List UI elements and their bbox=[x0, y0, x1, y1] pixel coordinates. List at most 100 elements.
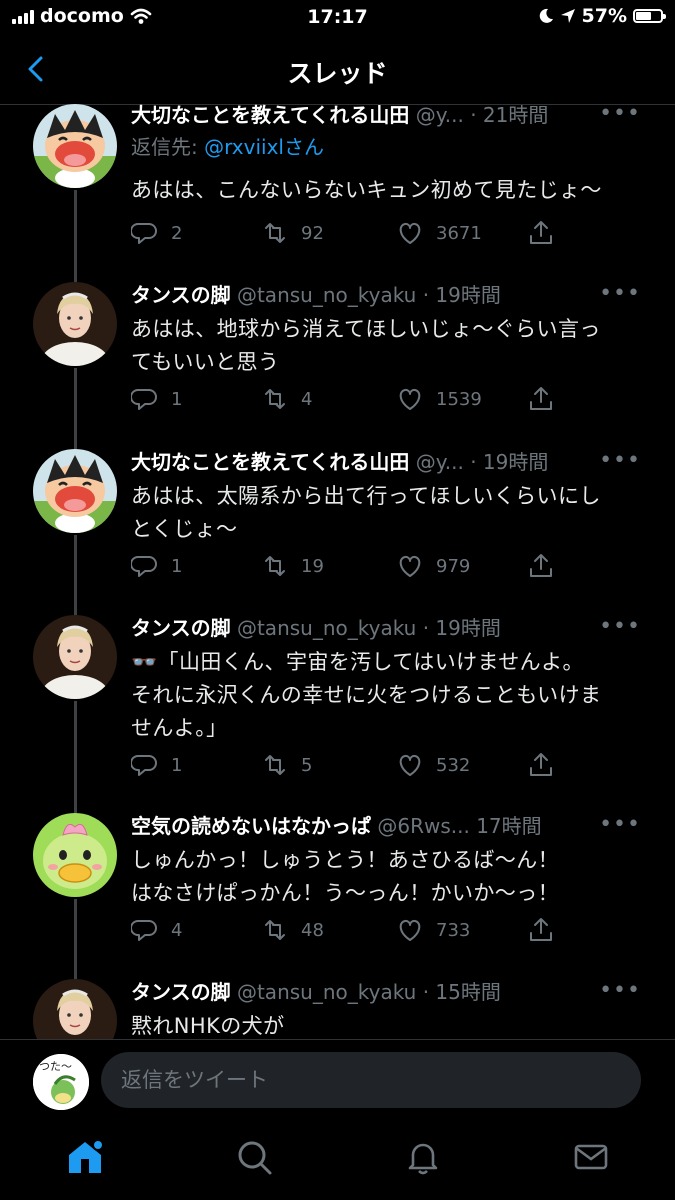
handle[interactable]: @y... bbox=[416, 104, 464, 127]
display-name[interactable]: 大切なことを教えてくれる山田 bbox=[131, 450, 409, 474]
like-button[interactable]: 733 bbox=[396, 915, 470, 945]
tweet-text-line: てもいいと思う bbox=[131, 350, 280, 374]
share-button[interactable] bbox=[527, 750, 555, 780]
notifications-bell-icon[interactable] bbox=[403, 1137, 443, 1177]
tweet-header: タンスの脚 @tansu_no_kyaku · 15時間 bbox=[131, 977, 615, 1007]
share-button[interactable] bbox=[527, 915, 555, 945]
tweet-header: タンスの脚 @tansu_no_kyaku · 19時間 bbox=[131, 613, 615, 643]
handle[interactable]: @6Rws... bbox=[377, 814, 469, 838]
share-icon bbox=[530, 221, 552, 244]
tweet[interactable]: タンスの脚 @tansu_no_kyaku · 19時間 ••• あはは、地球か… bbox=[0, 270, 675, 437]
tweet-text-line: せんよ。」 bbox=[131, 716, 228, 740]
timestamp[interactable]: · 19時間 bbox=[470, 450, 548, 474]
like-count: 733 bbox=[436, 919, 471, 941]
my-avatar[interactable]: つた〜 bbox=[33, 1054, 89, 1110]
reply-context: 返信先: @rxviixlさん bbox=[131, 132, 324, 162]
handle[interactable]: @tansu_no_kyaku bbox=[237, 980, 416, 1004]
like-count: 1539 bbox=[436, 388, 482, 410]
tweet-text: あはは、地球から消えてほしいじょ〜ぐらい言っ てもいいと思う bbox=[131, 313, 646, 379]
reply-count: 1 bbox=[171, 555, 183, 577]
tweet[interactable]: 空気の読めないはなかっぱ @6Rws... 17時間 ••• しゅんかっ！しゅう… bbox=[0, 801, 675, 967]
heart-icon bbox=[399, 388, 421, 410]
avatar-hanakappa[interactable] bbox=[33, 813, 117, 897]
like-button[interactable]: 979 bbox=[396, 551, 470, 581]
display-name[interactable]: タンスの脚 bbox=[131, 283, 231, 307]
tweet-text: 👓「山田くん、宇宙を汚してはいけませんよ。 それに永沢くんの幸せに火をつけること… bbox=[131, 646, 646, 745]
tweet-actions: 1 4 1539 bbox=[131, 384, 591, 414]
display-name[interactable]: タンスの脚 bbox=[131, 980, 231, 1004]
tweet-actions: 1 19 979 bbox=[131, 551, 591, 581]
display-name[interactable]: 大切なことを教えてくれる山田 bbox=[131, 104, 409, 127]
like-button[interactable]: 1539 bbox=[396, 384, 482, 414]
tweet[interactable]: 大切なことを教えてくれる山田 @y... · 21時間 ••• 返信先: @rx… bbox=[0, 104, 675, 270]
reply-button[interactable]: 1 bbox=[131, 384, 182, 414]
share-button[interactable] bbox=[527, 551, 555, 581]
share-icon bbox=[530, 554, 552, 577]
reply-button[interactable]: 1 bbox=[131, 551, 182, 581]
handle[interactable]: @tansu_no_kyaku bbox=[237, 283, 416, 307]
reply-count: 1 bbox=[171, 388, 183, 410]
more-options-icon[interactable]: ••• bbox=[599, 615, 641, 645]
avatar-tansu[interactable] bbox=[33, 615, 117, 699]
timestamp[interactable]: · 21時間 bbox=[470, 104, 548, 127]
heart-icon bbox=[399, 919, 421, 941]
like-button[interactable]: 532 bbox=[396, 750, 470, 780]
search-icon[interactable] bbox=[234, 1137, 274, 1177]
more-options-icon[interactable]: ••• bbox=[599, 813, 641, 843]
handle[interactable]: @tansu_no_kyaku bbox=[237, 616, 416, 640]
avatar-yamada[interactable] bbox=[33, 449, 117, 533]
more-options-icon[interactable]: ••• bbox=[599, 104, 641, 132]
retweet-button[interactable]: 5 bbox=[261, 750, 312, 780]
reply-input[interactable]: 返信をツイート bbox=[101, 1052, 641, 1108]
avatar-tansu[interactable] bbox=[33, 979, 117, 1039]
tweet-text: あはは、太陽系から出て行ってほしいくらいにし とくじょ〜 bbox=[131, 480, 646, 546]
more-options-icon[interactable]: ••• bbox=[599, 449, 641, 479]
avatar-tansu[interactable] bbox=[33, 282, 117, 366]
reply-icon bbox=[131, 223, 157, 244]
tweet-text: しゅんかっ！しゅうとう！あさひるば〜ん！ はなさけぱっかん！う〜っん！かいか〜っ… bbox=[131, 844, 646, 910]
reply-button[interactable]: 1 bbox=[131, 750, 182, 780]
timestamp[interactable]: · 15時間 bbox=[423, 980, 501, 1004]
thread-connector bbox=[74, 437, 77, 449]
thread-connector bbox=[74, 368, 77, 437]
tweet[interactable]: タンスの脚 @tansu_no_kyaku · 15時間 ••• 黙れNHKの犬… bbox=[0, 967, 675, 1039]
status-right: 57% bbox=[538, 5, 666, 27]
share-button[interactable] bbox=[527, 384, 555, 414]
messages-envelope-icon[interactable] bbox=[571, 1137, 611, 1177]
share-icon bbox=[530, 918, 552, 941]
heart-icon bbox=[399, 754, 421, 776]
home-icon[interactable] bbox=[65, 1137, 105, 1177]
more-options-icon[interactable]: ••• bbox=[599, 979, 641, 1009]
display-name[interactable]: 空気の読めないはなかっぱ bbox=[131, 814, 371, 838]
reply-button[interactable]: 4 bbox=[131, 915, 182, 945]
retweet-button[interactable]: 48 bbox=[261, 915, 324, 945]
retweet-button[interactable]: 92 bbox=[261, 218, 324, 248]
yamada-avatar-image bbox=[33, 449, 117, 533]
retweet-count: 92 bbox=[301, 222, 324, 244]
tweet[interactable]: 大切なことを教えてくれる山田 @y... · 19時間 ••• あはは、太陽系か… bbox=[0, 437, 675, 603]
retweet-icon bbox=[265, 920, 285, 940]
retweet-button[interactable]: 19 bbox=[261, 551, 324, 581]
reply-composer: つた〜 返信をツイート bbox=[0, 1039, 675, 1122]
location-arrow-icon bbox=[560, 9, 575, 23]
more-options-icon[interactable]: ••• bbox=[599, 282, 641, 312]
retweet-icon bbox=[265, 755, 285, 775]
retweet-icon bbox=[265, 223, 285, 243]
reply-button[interactable]: 2 bbox=[131, 218, 182, 248]
share-button[interactable] bbox=[527, 218, 555, 248]
tweet-header: 大切なことを教えてくれる山田 @y... · 19時間 bbox=[131, 447, 615, 477]
handle[interactable]: @y... bbox=[416, 450, 464, 474]
avatar-yamada[interactable] bbox=[33, 104, 117, 188]
reply-mention[interactable]: @rxviixlさん bbox=[204, 135, 324, 159]
retweet-button[interactable]: 4 bbox=[261, 384, 312, 414]
my-avatar-caption: つた〜 bbox=[39, 1060, 72, 1073]
tweet-text: あはは、こんないらないキュン初めて見たじょ〜 bbox=[131, 178, 602, 202]
like-button[interactable]: 3671 bbox=[396, 218, 482, 248]
tweet[interactable]: タンスの脚 @tansu_no_kyaku · 19時間 ••• 👓「山田くん、… bbox=[0, 603, 675, 801]
thread-connector bbox=[74, 801, 77, 813]
timestamp[interactable]: · 19時間 bbox=[423, 283, 501, 307]
thread-list[interactable]: 大切なことを教えてくれる山田 @y... · 21時間 ••• 返信先: @rx… bbox=[0, 104, 675, 1039]
display-name[interactable]: タンスの脚 bbox=[131, 616, 231, 640]
timestamp[interactable]: · 19時間 bbox=[423, 616, 501, 640]
timestamp[interactable]: 17時間 bbox=[476, 814, 541, 838]
